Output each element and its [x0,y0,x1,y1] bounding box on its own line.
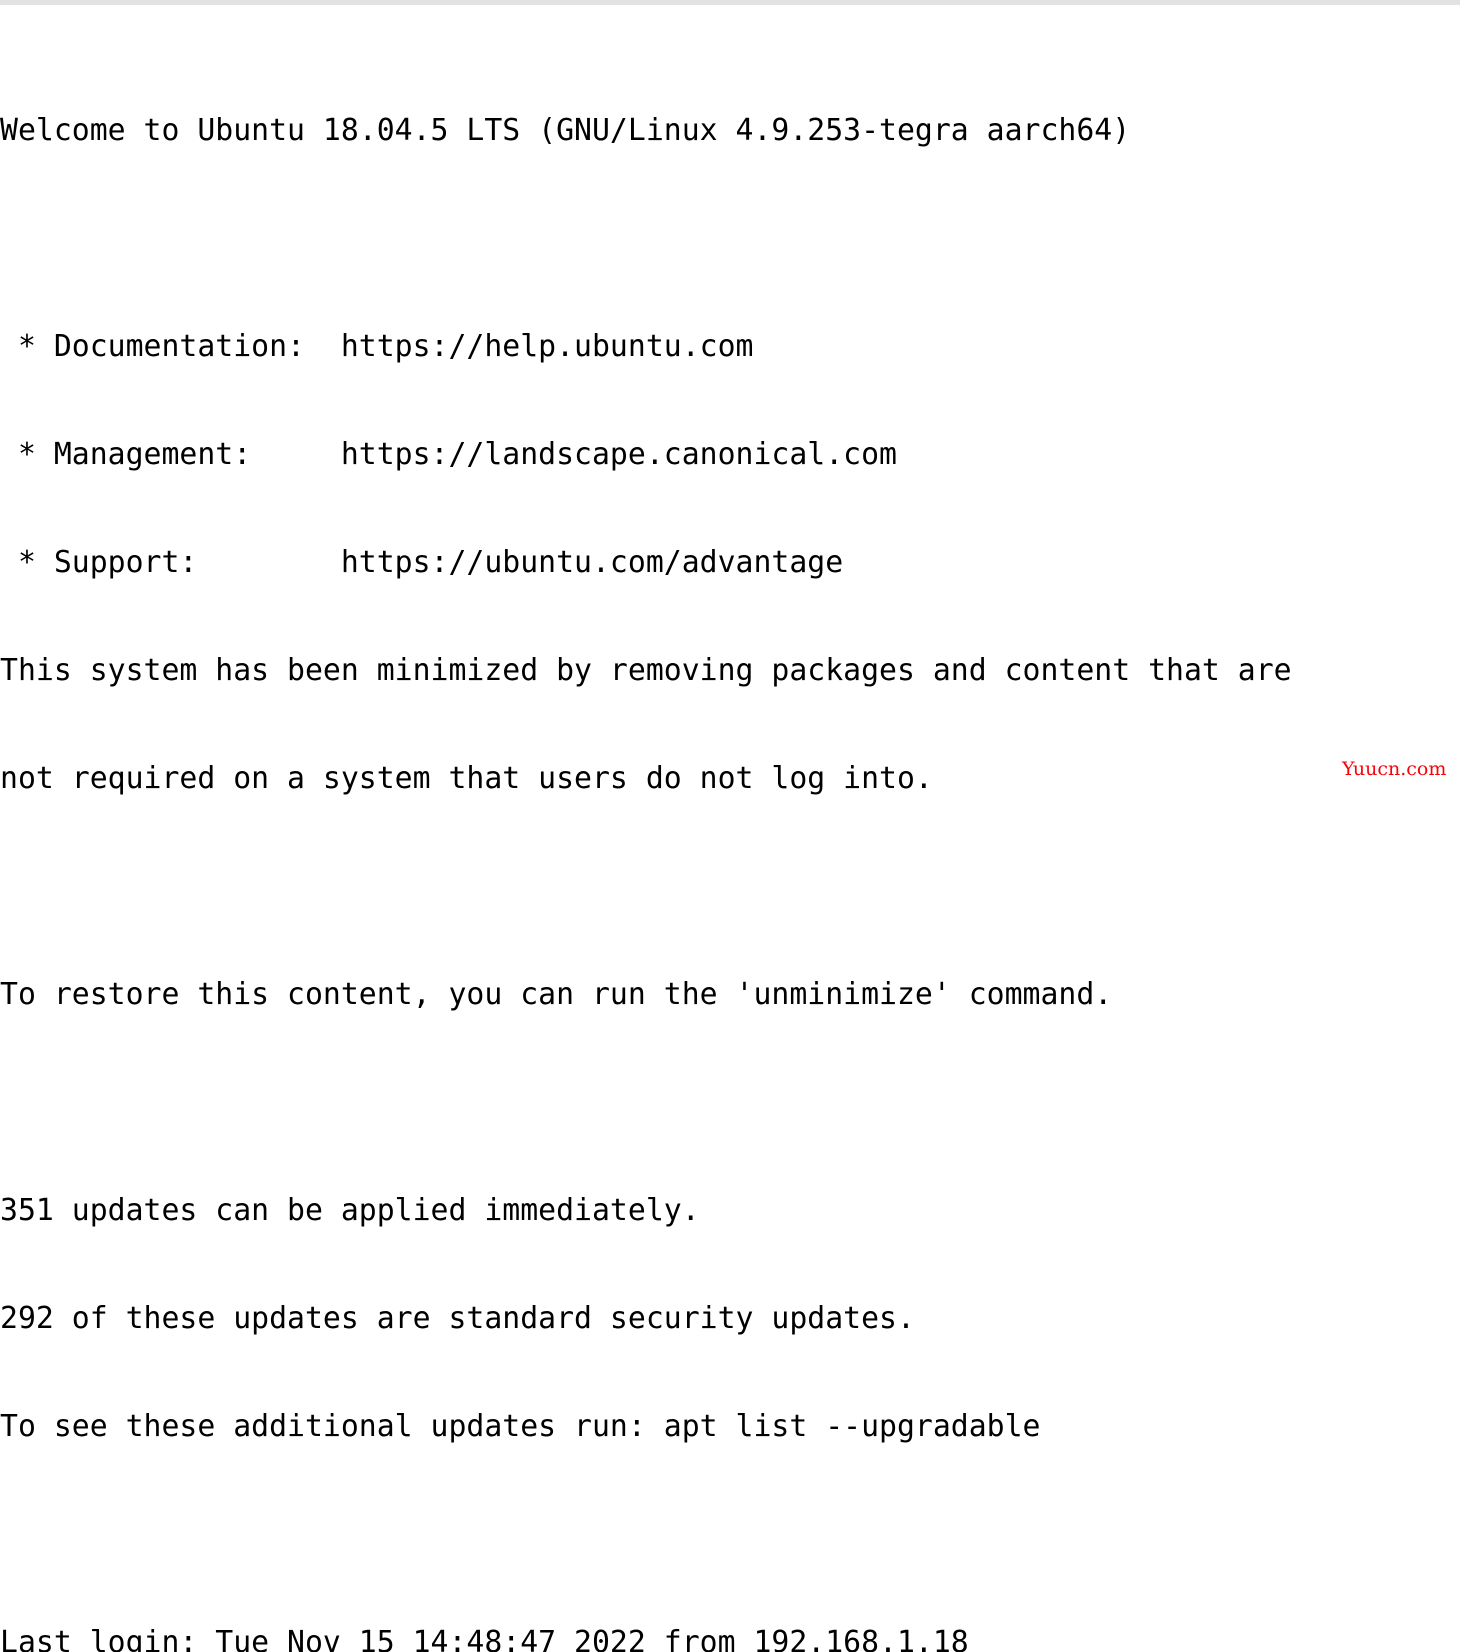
motd-updates-line-1: 351 updates can be applied immediately. [0,1193,700,1228]
site-watermark: Yuucn.com [1342,758,1447,780]
motd-minimized-line-1: This system has been minimized by removi… [0,653,1292,688]
last-login-line: Last login: Tue Nov 15 14:48:47 2022 fro… [0,1625,969,1652]
motd-updates-line-2: 292 of these updates are standard securi… [0,1301,915,1336]
motd-welcome-line: Welcome to Ubuntu 18.04.5 LTS (GNU/Linux… [0,113,1131,148]
motd-link-support: * Support: https://ubuntu.com/advantage [0,545,844,580]
motd-link-documentation: * Documentation: https://help.ubuntu.com [0,329,754,364]
motd-updates-line-3: To see these additional updates run: apt… [0,1409,1041,1444]
motd-link-management: * Management: https://landscape.canonica… [0,437,897,472]
motd-restore-notice: To restore this content, you can run the… [0,977,1113,1012]
terminal-output-area[interactable]: Welcome to Ubuntu 18.04.5 LTS (GNU/Linux… [0,5,1460,1652]
motd-minimized-line-2: not required on a system that users do n… [0,761,933,796]
